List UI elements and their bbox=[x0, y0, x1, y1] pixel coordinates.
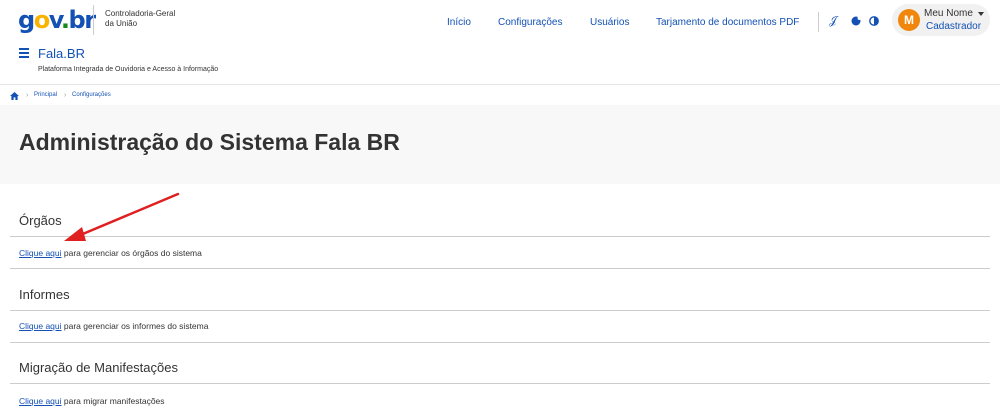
section-title-informes: Informes bbox=[19, 287, 70, 302]
govbr-logo[interactable]: gov.br bbox=[18, 6, 96, 34]
section-title-migracao: Migração de Manifestações bbox=[19, 360, 178, 375]
user-role: Cadastrador bbox=[926, 21, 982, 32]
avatar[interactable]: M bbox=[898, 9, 920, 31]
chevron-right-icon: › bbox=[26, 92, 29, 99]
app-subtitle: Plataforma Integrada de Ouvidoria e Aces… bbox=[38, 66, 219, 73]
cookie-icon[interactable] bbox=[849, 13, 863, 29]
nav-usuarios[interactable]: Usuários bbox=[590, 17, 629, 28]
nav-tarjamento-pdf[interactable]: Tarjamento de documentos PDF bbox=[656, 17, 799, 28]
section-divider bbox=[10, 268, 990, 269]
user-name[interactable]: Meu Nome bbox=[924, 8, 973, 19]
section-divider bbox=[10, 310, 990, 311]
section-divider bbox=[10, 236, 990, 237]
sign-language-icon[interactable]: 𝒥 bbox=[826, 13, 840, 29]
section-divider bbox=[10, 342, 990, 343]
page-header: Administração do Sistema Fala BR bbox=[0, 105, 1000, 184]
page-title: Administração do Sistema Fala BR bbox=[19, 129, 400, 155]
nav-inicio[interactable]: Início bbox=[447, 17, 471, 28]
chevron-right-icon: › bbox=[64, 92, 67, 99]
app-title[interactable]: Fala.BR bbox=[38, 46, 85, 61]
header-divider-line bbox=[0, 84, 1000, 85]
section-row-migracao: Clique aqui para migrar manifestações bbox=[19, 396, 165, 406]
header-divider bbox=[93, 5, 94, 35]
breadcrumb-configuracoes[interactable]: Configurações bbox=[72, 92, 111, 98]
section-title-orgaos: Órgãos bbox=[19, 213, 62, 228]
breadcrumb-principal[interactable]: Principal bbox=[34, 92, 57, 98]
section-row-informes: Clique aqui para gerenciar os informes d… bbox=[19, 321, 209, 331]
organization-name: Controladoria-Geral da União bbox=[105, 9, 176, 28]
section-divider bbox=[10, 383, 990, 384]
migrate-manifestations-link[interactable]: Clique aqui bbox=[19, 396, 62, 406]
hamburger-icon[interactable] bbox=[19, 48, 29, 58]
contrast-icon[interactable] bbox=[867, 13, 881, 29]
home-icon[interactable] bbox=[10, 92, 19, 100]
nav-divider bbox=[818, 12, 819, 32]
nav-configuracoes[interactable]: Configurações bbox=[498, 17, 562, 28]
annotation-arrow bbox=[64, 192, 180, 241]
top-header: gov.br Controladoria-Geral da União Iníc… bbox=[0, 0, 1000, 46]
section-row-orgaos: Clique aqui para gerenciar os órgãos do … bbox=[19, 248, 202, 258]
chevron-down-icon[interactable] bbox=[978, 12, 984, 16]
manage-orgaos-link[interactable]: Clique aqui bbox=[19, 248, 62, 258]
manage-informes-link[interactable]: Clique aqui bbox=[19, 321, 62, 331]
